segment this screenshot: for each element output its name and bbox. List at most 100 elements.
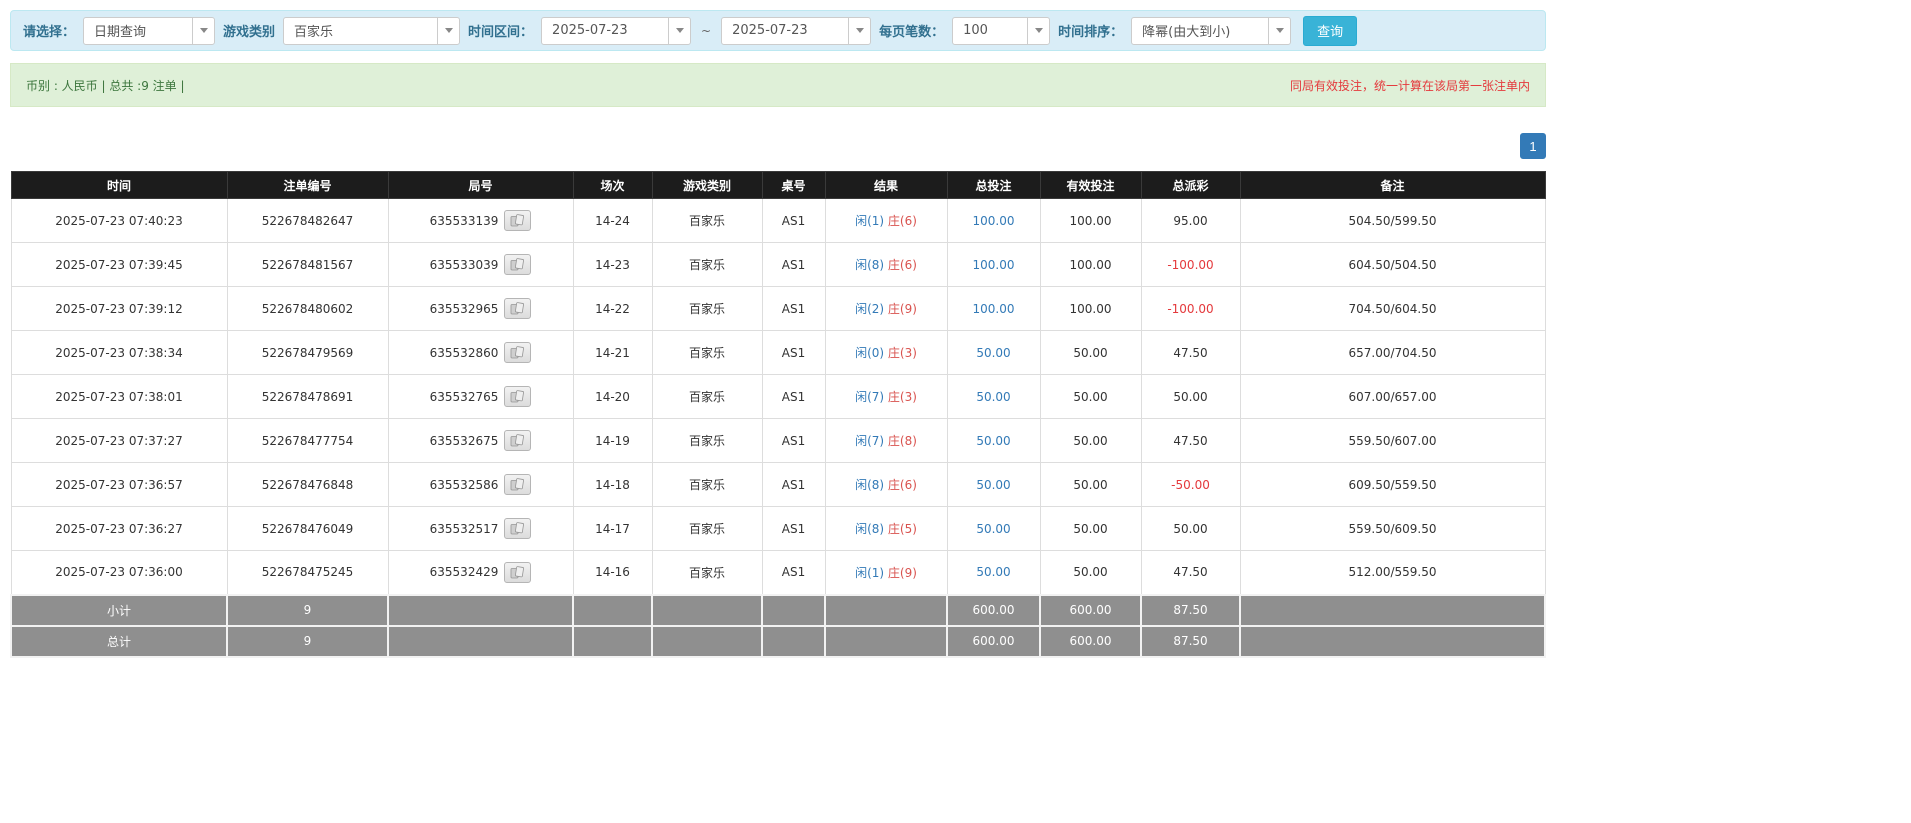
- cell-empty: [824, 593, 948, 627]
- result-banker: 庄(9): [887, 565, 917, 580]
- game-type-select[interactable]: 百家乐: [283, 16, 461, 45]
- cell-game-type: 百家乐: [651, 242, 763, 287]
- chevron-down-icon: [848, 17, 870, 44]
- round-id-text: 635532517: [429, 521, 499, 536]
- cell-game-type: 百家乐: [651, 286, 763, 331]
- result-player: 闲(8): [855, 258, 885, 272]
- cell-valid-bet: 100.00: [1039, 198, 1142, 243]
- cards-icon: [510, 478, 525, 491]
- column-header: 结果: [824, 171, 948, 199]
- subtotal-valid-bet: 600.00: [1039, 593, 1142, 627]
- view-cards-button[interactable]: [504, 298, 532, 319]
- round-id-text: 635533139: [429, 213, 499, 228]
- cell-payout: -50.00: [1140, 462, 1241, 507]
- total-bet-link[interactable]: 100.00: [973, 302, 1015, 316]
- column-header: 有效投注: [1039, 171, 1142, 199]
- table-row: 2025-07-23 07:38:34 522678479569 635532860…: [10, 330, 1546, 375]
- cell-empty: [387, 624, 574, 658]
- result-player: 闲(7): [855, 434, 885, 448]
- query-type-value: 日期查询: [94, 25, 147, 40]
- total-bet-link[interactable]: 50.00: [976, 346, 1010, 360]
- cards-icon: [510, 302, 525, 315]
- game-type-value: 百家乐: [294, 25, 334, 40]
- cell-remark: 657.00/704.50: [1239, 330, 1546, 375]
- cell-empty: [761, 624, 826, 658]
- cell-remark: 704.50/604.50: [1239, 286, 1546, 331]
- time-range-label: 时间区间：: [468, 25, 534, 40]
- column-header: 游戏类别: [651, 171, 763, 199]
- cell-game-type: 百家乐: [651, 418, 763, 463]
- page-size-select[interactable]: 100: [952, 16, 1051, 45]
- cell-empty: [387, 593, 574, 627]
- result-banker: 庄(6): [887, 214, 917, 228]
- cell-remark: 604.50/504.50: [1239, 242, 1546, 287]
- cell-valid-bet: 50.00: [1039, 374, 1142, 419]
- table-row: 2025-07-23 07:36:27 522678476049 635532517…: [10, 506, 1546, 551]
- cell-bet-id: 522678480602: [226, 286, 389, 331]
- same-round-note: 同局有效投注，统一计算在该局第一张注单内: [1289, 78, 1530, 93]
- result-banker: 庄(9): [887, 302, 917, 316]
- cell-bet-id: 522678476848: [226, 462, 389, 507]
- date-to-select[interactable]: 2025-07-23: [721, 16, 872, 45]
- sort-order-label: 时间排序：: [1058, 25, 1124, 40]
- total-bet-link[interactable]: 100.00: [973, 258, 1015, 272]
- cell-session: 14-16: [572, 550, 653, 595]
- cell-remark: 504.50/599.50: [1239, 198, 1546, 243]
- cell-valid-bet: 100.00: [1039, 242, 1142, 287]
- chevron-down-icon: [192, 17, 214, 44]
- column-header: 局号: [387, 171, 574, 199]
- view-cards-button[interactable]: [504, 518, 532, 539]
- subtotal-payout: 87.50: [1140, 593, 1241, 627]
- page-button-1[interactable]: 1: [1520, 133, 1546, 159]
- cell-total-bet: 50.00: [946, 550, 1041, 595]
- column-header: 桌号: [761, 171, 826, 199]
- query-type-select[interactable]: 日期查询: [83, 16, 216, 45]
- total-bet-link[interactable]: 50.00: [976, 390, 1010, 404]
- result-player: 闲(1): [855, 565, 885, 580]
- cell-time: 2025-07-23 07:39:45: [10, 242, 228, 287]
- subtotal-row: 小计 9 600.00 600.00 87.50: [10, 593, 1546, 627]
- cell-total-bet: 50.00: [946, 462, 1041, 507]
- cell-table-no: AS1: [761, 462, 826, 507]
- cell-remark: 609.50/559.50: [1239, 462, 1546, 507]
- cell-round-id: 635532429: [387, 550, 574, 595]
- column-header: 总派彩: [1140, 171, 1241, 199]
- result-player: 闲(2): [855, 302, 885, 316]
- total-bet-link[interactable]: 50.00: [976, 478, 1010, 492]
- total-bet-link[interactable]: 50.00: [976, 434, 1010, 448]
- column-header: 备注: [1239, 171, 1546, 199]
- cell-payout: 95.00: [1140, 198, 1241, 243]
- cell-bet-id: 522678482647: [226, 198, 389, 243]
- search-button[interactable]: 查询: [1303, 15, 1358, 46]
- cell-session: 14-19: [572, 418, 653, 463]
- view-cards-button[interactable]: [504, 474, 532, 495]
- view-cards-button[interactable]: [504, 561, 532, 583]
- view-cards-button[interactable]: [504, 386, 532, 407]
- result-player: 闲(1): [855, 214, 885, 228]
- sort-order-select[interactable]: 降幂(由大到小): [1131, 16, 1292, 45]
- result-banker: 庄(5): [887, 522, 917, 536]
- column-header: 总投注: [946, 171, 1041, 199]
- cell-payout: -100.00: [1140, 242, 1241, 287]
- total-bet-link[interactable]: 50.00: [976, 565, 1010, 579]
- cell-table-no: AS1: [761, 286, 826, 331]
- view-cards-button[interactable]: [504, 254, 532, 275]
- total-bet-link[interactable]: 50.00: [976, 522, 1010, 536]
- cell-round-id: 635532860: [387, 330, 574, 375]
- game-type-label: 游戏类别: [223, 25, 276, 40]
- total-bet-link[interactable]: 100.00: [973, 214, 1015, 228]
- cell-valid-bet: 50.00: [1039, 506, 1142, 551]
- cell-bet-id: 522678481567: [226, 242, 389, 287]
- view-cards-button[interactable]: [504, 210, 532, 231]
- cards-icon: [510, 214, 525, 227]
- view-cards-button[interactable]: [504, 342, 532, 363]
- page: 请选择： 日期查询 游戏类别 百家乐 时间区间： 2025-07-23 ~ 20…: [10, 10, 1546, 658]
- date-from-select[interactable]: 2025-07-23: [541, 16, 692, 45]
- cell-game-type: 百家乐: [651, 374, 763, 419]
- cell-total-bet: 100.00: [946, 242, 1041, 287]
- view-cards-button[interactable]: [504, 430, 532, 451]
- cell-remark: 559.50/609.50: [1239, 506, 1546, 551]
- summary-bar: 币别 : 人民币 | 总共 :9 注单 | 同局有效投注，统一计算在该局第一张注…: [10, 63, 1546, 107]
- cell-table-no: AS1: [761, 418, 826, 463]
- cell-round-id: 635532765: [387, 374, 574, 419]
